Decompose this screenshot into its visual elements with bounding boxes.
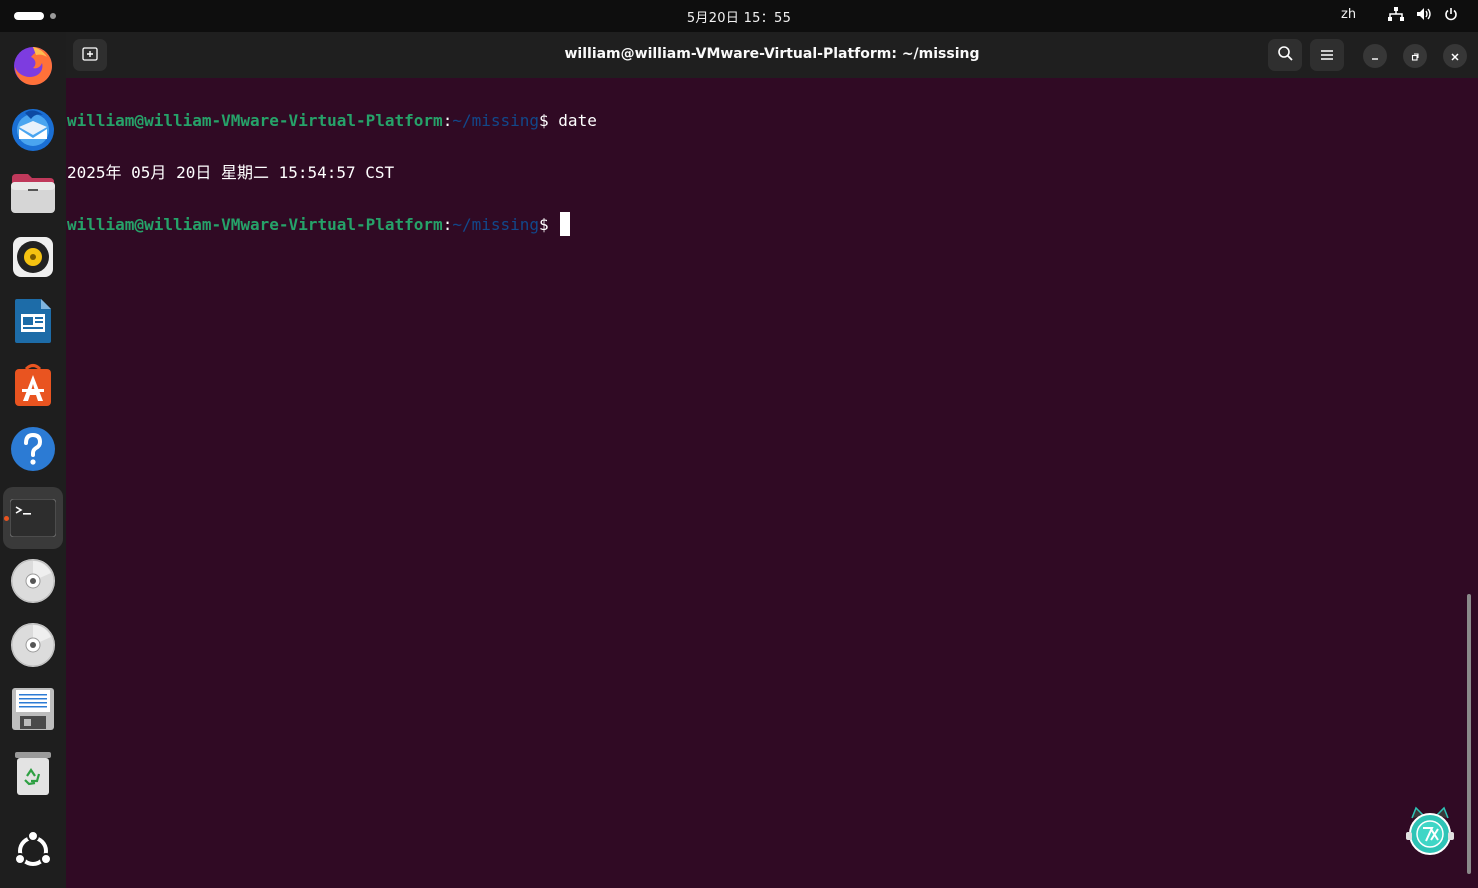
writer-icon	[13, 298, 53, 344]
floppy-icon	[11, 687, 55, 731]
clock[interactable]: 5月20日 15：55	[0, 7, 1478, 26]
prompt-separator: :	[442, 215, 453, 234]
power-icon[interactable]	[1444, 7, 1458, 21]
dock-thunderbird[interactable]	[3, 99, 63, 159]
prompt-path: ~/missing	[452, 215, 540, 234]
dock-disc-2[interactable]	[3, 615, 63, 675]
input-language[interactable]: zh	[1341, 7, 1356, 22]
restore-icon	[1410, 47, 1420, 66]
dock-help[interactable]	[3, 419, 63, 479]
command-output: 2025年 05月 20日 星期二 15:54:57 CST	[67, 163, 395, 182]
terminal-icon	[10, 499, 56, 537]
maximize-button[interactable]	[1403, 44, 1427, 68]
terminal-window: william@william-VMware-Virtual-Platform:…	[66, 32, 1478, 888]
hamburger-menu-icon	[1320, 46, 1334, 65]
prompt-user-host: william@william-VMware-Virtual-Platform	[67, 215, 443, 234]
dock-app-center[interactable]	[3, 355, 63, 415]
minimize-button[interactable]	[1363, 44, 1387, 68]
window-headerbar[interactable]: william@william-VMware-Virtual-Platform:…	[66, 32, 1478, 78]
close-button[interactable]	[1443, 44, 1467, 68]
rhythmbox-icon	[11, 235, 55, 279]
minimize-icon	[1370, 47, 1380, 66]
dock-show-apps[interactable]	[3, 821, 63, 881]
disc-icon	[10, 622, 56, 668]
files-icon	[10, 172, 56, 214]
dock-rhythmbox[interactable]	[3, 227, 63, 287]
dock-writer[interactable]	[3, 291, 63, 351]
scrollbar[interactable]	[1467, 594, 1471, 874]
dock-files[interactable]	[3, 163, 63, 223]
app-center-icon	[13, 363, 53, 407]
trash-icon	[13, 750, 53, 796]
volume-icon[interactable]	[1416, 7, 1432, 21]
prompt-line: william@william-VMware-Virtual-Platform:…	[67, 212, 1458, 238]
prompt-symbol: $	[539, 215, 559, 234]
prompt-user-host: william@william-VMware-Virtual-Platform	[67, 111, 443, 130]
prompt-separator: :	[442, 111, 453, 130]
window-title: william@william-VMware-Virtual-Platform:…	[564, 46, 980, 62]
system-tray[interactable]	[1388, 7, 1458, 21]
close-icon	[1450, 47, 1460, 66]
network-icon[interactable]	[1388, 7, 1404, 21]
dock-terminal[interactable]	[3, 487, 63, 549]
prompt-path: ~/missing	[452, 111, 540, 130]
dock	[0, 32, 66, 888]
command-text: date	[558, 111, 597, 130]
disc-icon	[10, 558, 56, 604]
dock-floppy[interactable]	[3, 679, 63, 739]
prompt-line: william@william-VMware-Virtual-Platform:…	[67, 108, 1458, 134]
search-icon	[1277, 45, 1293, 65]
dock-trash[interactable]	[3, 743, 63, 803]
help-icon	[10, 426, 56, 472]
prompt-symbol: $	[539, 111, 559, 130]
firefox-icon	[10, 42, 56, 88]
text-cursor	[560, 212, 571, 236]
dock-firefox[interactable]	[3, 35, 63, 95]
running-indicator	[4, 516, 9, 521]
search-button[interactable]	[1268, 39, 1302, 71]
menu-button[interactable]	[1310, 39, 1344, 71]
mascot-icon[interactable]	[1402, 804, 1458, 860]
thunderbird-icon	[9, 105, 57, 153]
top-bar: 5月20日 15：55 zh	[0, 0, 1478, 32]
ubuntu-logo-icon	[13, 831, 53, 871]
dock-disc-1[interactable]	[3, 551, 63, 611]
terminal-output[interactable]: william@william-VMware-Virtual-Platform:…	[67, 82, 1458, 290]
